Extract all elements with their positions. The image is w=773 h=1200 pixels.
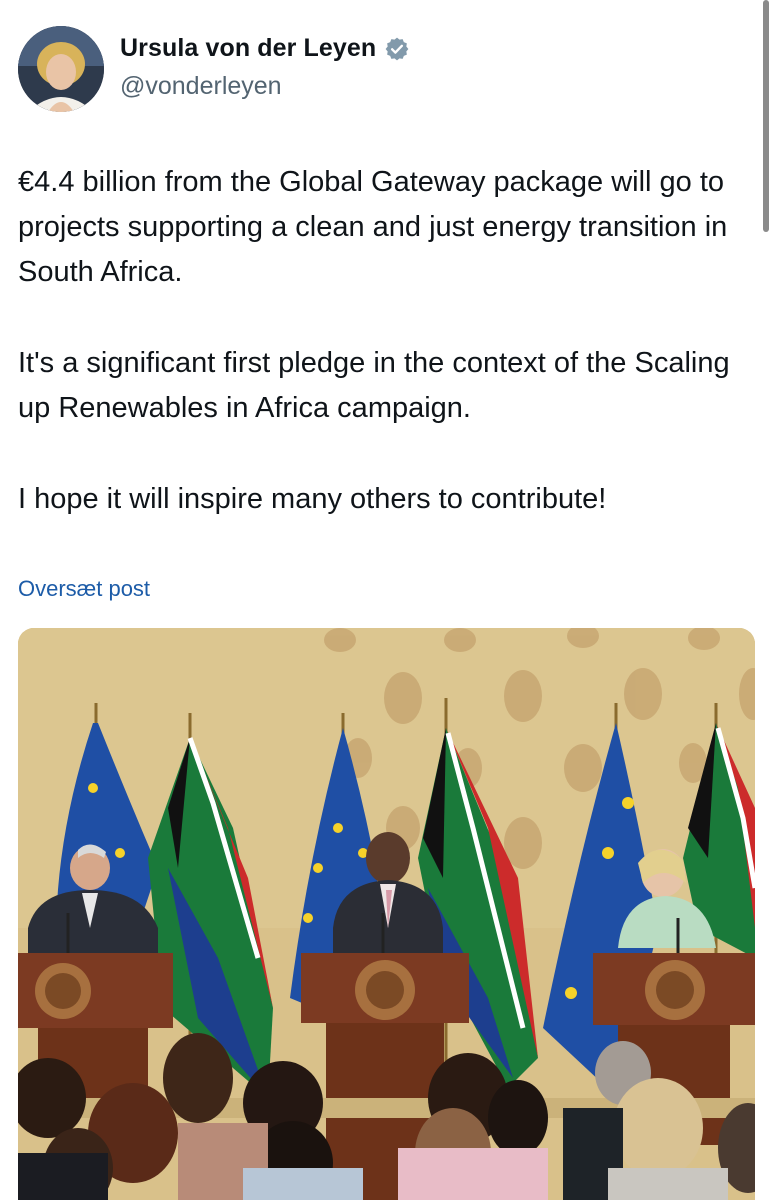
tweet-header: Ursula von der Leyen @vonderleyen (18, 22, 718, 112)
verified-badge-icon (384, 36, 410, 62)
author-handle[interactable]: @vonderleyen (120, 72, 282, 101)
tweet-paragraph: I hope it will inspire many others to co… (18, 483, 607, 515)
tweet-text: €4.4 billion from the Global Gateway pac… (18, 160, 758, 568)
tweet-paragraph: It's a significant first pledge in the c… (18, 347, 730, 424)
scrollbar[interactable] (763, 0, 769, 232)
author-name[interactable]: Ursula von der Leyen (120, 34, 376, 63)
tweet-paragraph: €4.4 billion from the Global Gateway pac… (18, 166, 728, 288)
tweet-photo[interactable] (18, 628, 755, 1200)
translate-post-link[interactable]: Oversæt post (18, 576, 150, 602)
avatar[interactable] (18, 26, 104, 112)
